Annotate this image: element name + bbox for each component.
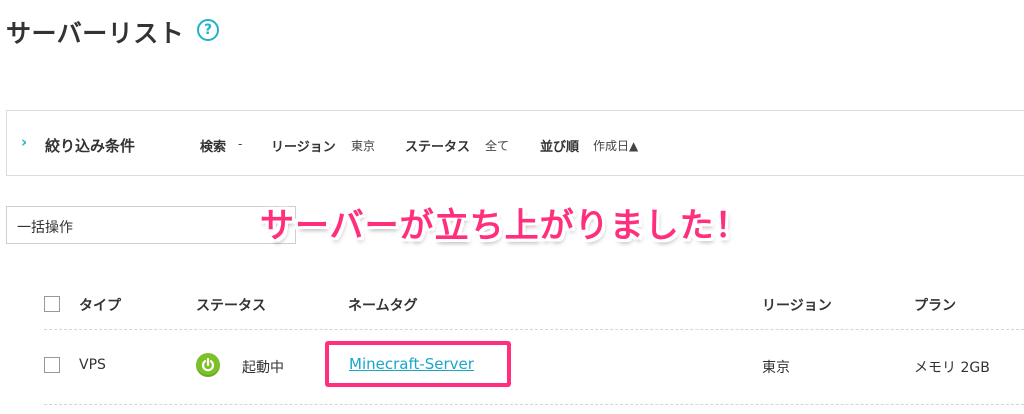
row-status: 起動中 <box>242 360 284 376</box>
name-tag-highlight: Minecraft-Server <box>325 341 511 387</box>
header-type[interactable]: タイプ <box>79 295 121 315</box>
row-region: 東京 <box>762 360 790 376</box>
filter-value-region: 東京 <box>351 139 376 153</box>
row-plan: メモリ 2GB <box>914 360 990 376</box>
row-checkbox[interactable] <box>44 357 60 373</box>
header-status[interactable]: ステータス <box>196 295 266 315</box>
bulk-action-label: 一括操作 <box>17 220 73 236</box>
filter-bar[interactable]: › 絞り込み条件 検索 - リージョン 東京 ステータス 全て 並び順 作成日▲ <box>6 110 1024 176</box>
help-icon[interactable]: ? <box>197 19 219 41</box>
header-divider <box>44 329 1024 330</box>
header-plan[interactable]: プラン <box>914 295 956 315</box>
page-title: サーバーリスト <box>6 19 185 48</box>
header-name-tag[interactable]: ネームタグ <box>348 295 418 315</box>
power-icon <box>196 353 220 377</box>
header-region[interactable]: リージョン <box>762 295 832 315</box>
filter-value-status: 全て <box>485 139 510 153</box>
row-type: VPS <box>79 357 106 373</box>
filter-value-search: - <box>238 137 243 151</box>
filter-label-status: ステータス <box>405 140 471 155</box>
bulk-action-select[interactable]: 一括操作 <box>6 206 296 244</box>
filter-title[interactable]: 絞り込み条件 <box>45 135 135 156</box>
row-divider <box>44 404 1024 405</box>
filter-label-sort: 並び順 <box>540 140 580 155</box>
name-tag-link[interactable]: Minecraft-Server <box>349 355 474 373</box>
overlay-caption: サーバーが立ち上がりました！ <box>260 206 750 246</box>
filter-label-search: 検索 <box>200 140 227 155</box>
filter-value-sort: 作成日▲ <box>593 139 639 153</box>
chevron-right-icon[interactable]: › <box>21 133 27 151</box>
select-all-checkbox[interactable] <box>44 296 60 312</box>
filter-label-region: リージョン <box>271 140 336 155</box>
